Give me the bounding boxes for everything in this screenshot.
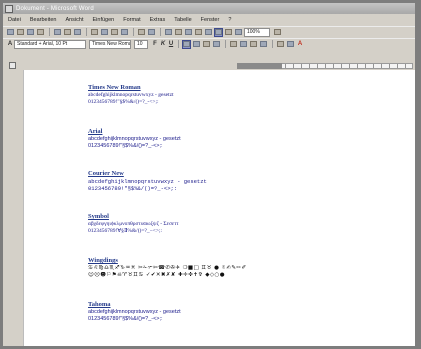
- font-sample-arial: Arial abcdefghijklmnopqrstuvwxyz - geset…: [88, 128, 388, 150]
- show-hide-icon[interactable]: [234, 28, 243, 37]
- font-name: Wingdings: [88, 257, 118, 264]
- font-name: Tahoma: [88, 301, 111, 308]
- sample-letters: ♋♌♍♎♏♐♑♒♓ ✂✁✃✄☎✆✇✈ ❍■□ ♊♉ ● ✌✍✎✏✐: [88, 265, 247, 271]
- align-center-icon[interactable]: [192, 40, 201, 49]
- font-color-icon[interactable]: A: [296, 41, 304, 47]
- document-map-icon[interactable]: [224, 28, 233, 37]
- numbering-icon[interactable]: [229, 40, 238, 49]
- styles-icon[interactable]: A: [6, 41, 14, 47]
- word-app-icon: [5, 4, 13, 13]
- menu-insert[interactable]: Einfügen: [93, 17, 115, 23]
- toolbar-separator: [272, 40, 273, 48]
- sample-letters: abcdefghijklmnopqrstuvwxyz - gesetzt: [88, 178, 207, 185]
- document-page[interactable]: Times New Roman abcdefghijklmnopqrstuvwx…: [23, 70, 415, 346]
- font-name: Courier New: [88, 170, 124, 177]
- menu-format[interactable]: Format: [123, 17, 140, 23]
- format-painter-icon[interactable]: [120, 28, 129, 37]
- font-sample-times: Times New Roman abcdefghijklmnopqrstuvwx…: [88, 84, 388, 106]
- formatting-toolbar: A Standard + Arial, 10 Pt Times New Roma…: [3, 38, 415, 49]
- ruler-ticks: [285, 64, 411, 68]
- menu-edit[interactable]: Bearbeiten: [30, 17, 57, 23]
- toolbar-separator: [225, 40, 226, 48]
- bold-icon[interactable]: F: [151, 41, 159, 47]
- cut-icon[interactable]: [90, 28, 99, 37]
- sample-letters: αβχδεφγηιϕκλμνοπθρστυϖωξψζ - Σεσεττ: [88, 221, 179, 227]
- print-icon[interactable]: [53, 28, 62, 37]
- menu-help[interactable]: ?: [228, 17, 231, 23]
- font-name: Symbol: [88, 213, 109, 220]
- menu-tools[interactable]: Extras: [150, 17, 166, 23]
- drawing-icon[interactable]: [214, 27, 223, 37]
- font-name: Times New Roman: [88, 84, 141, 91]
- sample-letters: abcdefghijklmnopqrstuvwxyz - gesetzt: [88, 309, 181, 315]
- insert-excel-icon[interactable]: [194, 28, 203, 37]
- toolbar-separator: [178, 40, 179, 48]
- help-icon[interactable]: [273, 28, 282, 37]
- font-sample-wingdings: Wingdings ♋♌♍♎♏♐♑♒♓ ✂✁✃✄☎✆✇✈ ❍■□ ♊♉ ● ✌✍…: [88, 257, 388, 279]
- italic-icon[interactable]: K: [159, 41, 167, 47]
- font-sample-tahoma: Tahoma abcdefghijklmnopqrstuvwxyz - gese…: [88, 301, 388, 323]
- sample-digits: 0123456789!"§$%&/()=?_-<>;:: [88, 185, 178, 192]
- hyperlink-icon[interactable]: [164, 28, 173, 37]
- font-size-select[interactable]: 10: [134, 39, 148, 49]
- undo-icon[interactable]: [137, 28, 146, 37]
- font-name: Arial: [88, 128, 103, 135]
- zoom-select[interactable]: 100%: [244, 27, 270, 37]
- tab-selector-icon[interactable]: [9, 62, 16, 69]
- open-folder-icon[interactable]: [16, 28, 25, 37]
- save-icon[interactable]: [26, 28, 35, 37]
- border-icon[interactable]: [276, 40, 285, 49]
- sample-digits: 0123456789!"§$%&/()=?_-<>;:: [88, 316, 163, 322]
- window-title: Dokument - Microsoft Word: [16, 5, 94, 12]
- tables-borders-icon[interactable]: [174, 28, 183, 37]
- underline-icon[interactable]: U: [167, 41, 175, 47]
- highlight-icon[interactable]: [286, 40, 295, 49]
- redo-icon[interactable]: [147, 28, 156, 37]
- sample-digits: 0123456789!∀§∃%&/()=?_−<>;:: [88, 228, 163, 234]
- increase-indent-icon[interactable]: [259, 40, 268, 49]
- toolbar-separator: [160, 28, 161, 36]
- print-preview-icon[interactable]: [63, 28, 72, 37]
- font-select[interactable]: Times New Roman: [89, 39, 131, 49]
- columns-icon[interactable]: [204, 28, 213, 37]
- sample-digits: 0123456789!"§$%&/()=?_-<>;:: [88, 143, 163, 149]
- screen-frame: Dokument - Microsoft Word Datei Bearbeit…: [0, 0, 421, 349]
- menu-view[interactable]: Ansicht: [65, 17, 83, 23]
- sample-letters: abcdefghijklmnopqrstuvwxyz - gesetzt: [88, 92, 174, 98]
- font-sample-courier: Courier New abcdefghijklmnopqrstuvwxyz -…: [88, 170, 388, 192]
- standard-toolbar: 100%: [3, 26, 415, 37]
- style-select[interactable]: Standard + Arial, 10 Pt: [14, 39, 86, 49]
- menu-table[interactable]: Tabelle: [174, 17, 191, 23]
- mail-icon[interactable]: [36, 28, 45, 37]
- decrease-indent-icon[interactable]: [249, 40, 258, 49]
- bullets-icon[interactable]: [239, 40, 248, 49]
- toolbar-separator: [49, 28, 50, 36]
- menu-window[interactable]: Fenster: [201, 17, 220, 23]
- toolbar-separator: [133, 28, 134, 36]
- paste-icon[interactable]: [110, 28, 119, 37]
- sample-digits: 0123456789!"§$%&/()=?_-<>;:: [88, 99, 159, 105]
- new-document-icon[interactable]: [6, 28, 15, 37]
- sample-letters: abcdefghijklmnopqrstuvwxyz - gesetzt: [88, 136, 181, 142]
- align-right-icon[interactable]: [202, 40, 211, 49]
- align-left-icon[interactable]: [182, 39, 191, 49]
- menu-file[interactable]: Datei: [8, 17, 21, 23]
- justify-icon[interactable]: [212, 40, 221, 49]
- menu-bar: Datei Bearbeiten Ansicht Einfügen Format…: [3, 15, 415, 25]
- title-bar: Dokument - Microsoft Word: [3, 3, 415, 14]
- insert-table-icon[interactable]: [184, 28, 193, 37]
- copy-icon[interactable]: [100, 28, 109, 37]
- font-sample-symbol: Symbol αβχδεφγηιϕκλμνοπθρστυϖωξψζ - Σεσε…: [88, 213, 388, 235]
- spellcheck-icon[interactable]: [73, 28, 82, 37]
- toolbar-separator: [86, 28, 87, 36]
- sample-digits: ☺☹☻⚐⚑☠♈♉♊♋ ✓✔✕✖✗✘ ✚✛✜✝✞ ◆◇○●: [88, 272, 225, 278]
- ruler-margin: [237, 63, 282, 69]
- word-window: Dokument - Microsoft Word Datei Bearbeit…: [3, 3, 415, 346]
